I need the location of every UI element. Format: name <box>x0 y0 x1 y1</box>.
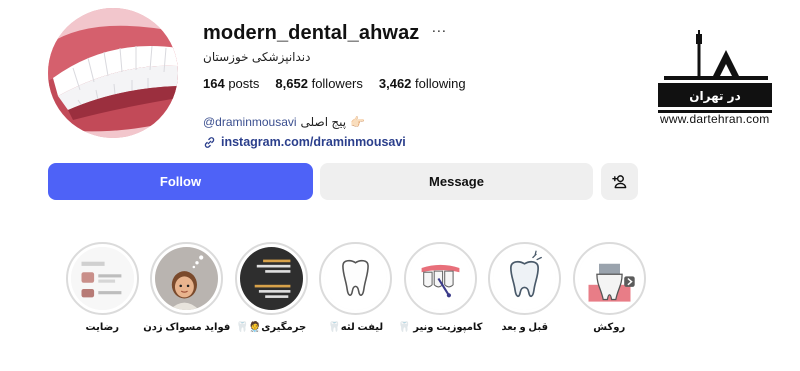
highlight-label: جرمگیری🧑‍⚕️🦷 <box>236 322 307 333</box>
watermark-url: www.dartehran.com <box>660 112 770 126</box>
suggest-users-button[interactable] <box>601 163 638 200</box>
highlight-item[interactable]: رضایت <box>60 242 145 333</box>
pointing-hand-emoji: 👉🏻 <box>350 115 366 129</box>
highlight-label: فواید مسواک زدن <box>143 322 231 333</box>
posts-count: 164 posts <box>203 76 260 91</box>
profile-header: modern_dental_ahwaz ··· دندانپزشکی خوزست… <box>203 20 623 150</box>
screenshot-icon <box>70 247 134 310</box>
external-link[interactable]: instagram.com/draminmousavi <box>203 135 623 149</box>
tooth-outline-icon <box>324 247 388 310</box>
text-card-icon <box>239 247 303 310</box>
highlight-item[interactable]: لیفت لثه🦷 <box>314 242 399 333</box>
highlight-label: روکش <box>593 322 626 333</box>
highlight-label: لیفت لثه🦷 <box>328 322 384 333</box>
following-count[interactable]: 3,462 following <box>379 76 466 91</box>
bio-text: پیج اصلی <box>300 115 347 129</box>
bio-mention-link[interactable]: @draminmousavi <box>203 115 297 129</box>
highlight-item[interactable]: کامپوزیت ونیر 🦷 <box>398 242 483 333</box>
tooth-crown-icon <box>577 247 641 310</box>
highlight-item[interactable]: روکش <box>567 242 652 333</box>
logo-text: در تهران <box>689 89 741 103</box>
bio-line: @draminmousavi پیج اصلی 👉🏻 <box>203 115 623 129</box>
profile-avatar[interactable] <box>48 8 178 138</box>
username: modern_dental_ahwaz <box>203 21 420 44</box>
followers-count[interactable]: 8,652 followers <box>275 76 362 91</box>
highlight-label: قبل و بعد <box>501 322 548 333</box>
highlight-label: رضایت <box>85 322 119 333</box>
memoji-icon <box>155 247 219 310</box>
highlight-item[interactable]: فواید مسواک زدن <box>143 242 231 333</box>
smile-teeth-image <box>48 8 178 138</box>
story-highlights: رضایت فواید مسواک زدن <box>60 242 652 333</box>
highlight-item[interactable]: قبل و بعد <box>483 242 568 333</box>
link-icon <box>204 136 215 148</box>
highlight-item[interactable]: جرمگیری🧑‍⚕️🦷 <box>229 242 314 333</box>
highlight-label: کامپوزیت ونیر 🦷 <box>398 322 483 333</box>
add-person-icon <box>612 175 627 189</box>
veneer-icon <box>408 247 472 310</box>
profile-category: دندانپزشکی خوزستان <box>203 50 311 64</box>
message-button[interactable]: Message <box>320 163 593 200</box>
follow-button[interactable]: Follow <box>48 163 313 200</box>
tooth-icon <box>493 247 557 310</box>
ellipsis-icon[interactable]: ··· <box>431 23 446 38</box>
profile-stats: 164 posts 8,652 followers 3,462 followin… <box>203 76 623 91</box>
external-link-text: instagram.com/draminmousavi <box>221 135 406 149</box>
